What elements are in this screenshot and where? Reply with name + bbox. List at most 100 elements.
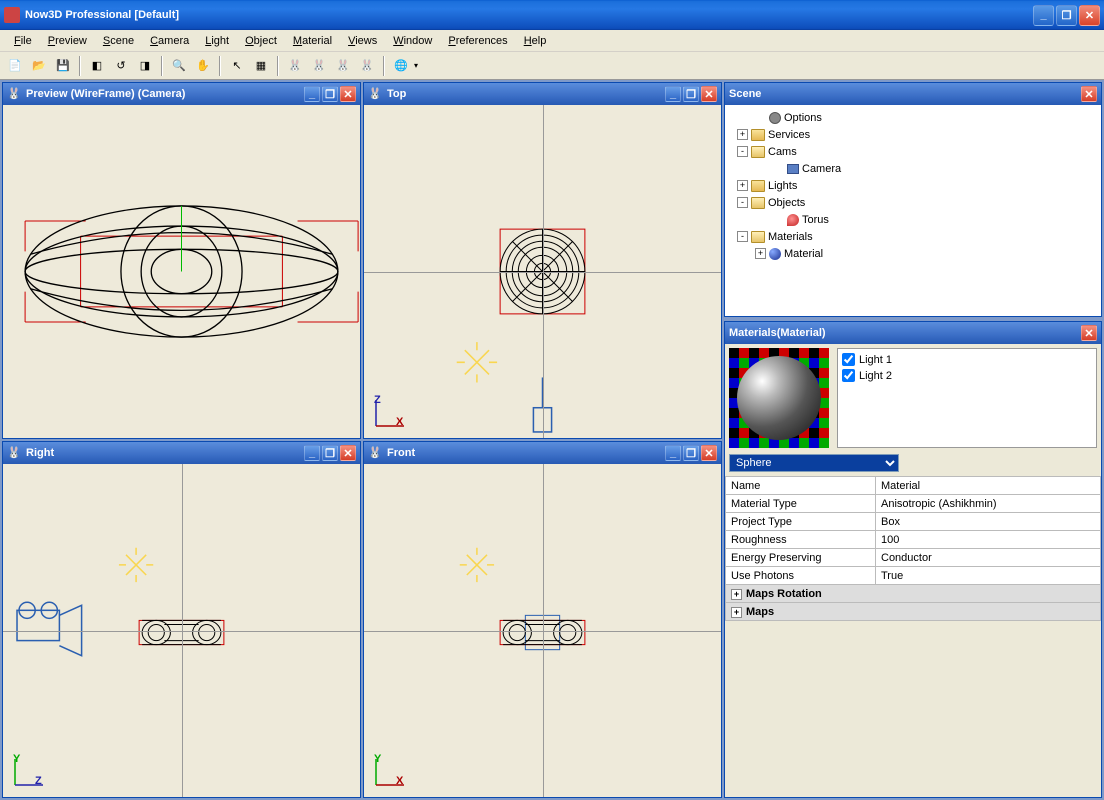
menu-preferences[interactable]: Preferences — [440, 33, 515, 49]
menu-window[interactable]: Window — [385, 33, 440, 49]
subwin-close-button[interactable]: ✕ — [1081, 325, 1097, 341]
folder-open-icon — [751, 197, 765, 209]
subwin-minimize-button[interactable]: _ — [304, 445, 320, 461]
subwin-maximize-button[interactable]: ❐ — [683, 445, 699, 461]
prop-row[interactable]: Use PhotonsTrue — [726, 567, 1101, 585]
tree-node-services[interactable]: +Services — [729, 126, 1097, 143]
preview-shape-select[interactable]: Sphere — [729, 454, 899, 472]
axis-y-label: Y — [13, 753, 20, 765]
app-name: Now3D Professional — [25, 9, 131, 21]
tool-rabbit4-button[interactable]: 🐰 — [356, 55, 378, 77]
tree-node-material[interactable]: +Material — [729, 245, 1097, 262]
gear-icon — [769, 112, 781, 124]
menu-views[interactable]: Views — [340, 33, 385, 49]
material-preview — [729, 348, 829, 448]
tree-expander[interactable]: - — [737, 197, 748, 208]
viewport-top: 🐰 Top _ ❐ ✕ — [363, 82, 722, 439]
subwin-close-button[interactable]: ✕ — [1081, 86, 1097, 102]
menu-file[interactable]: File — [6, 33, 40, 49]
menu-preview[interactable]: Preview — [40, 33, 95, 49]
tool-pointer-button[interactable]: ↖ — [226, 55, 248, 77]
prop-value[interactable]: True — [876, 567, 1101, 585]
tool-rabbit2-button[interactable]: 🐰 — [308, 55, 330, 77]
camera-icon — [787, 164, 799, 174]
prop-row[interactable]: Material TypeAnisotropic (Ashikhmin) — [726, 495, 1101, 513]
viewport-title: Right — [26, 447, 304, 459]
top-canvas[interactable]: Z X — [364, 105, 721, 438]
tool-zoom-button[interactable]: 🔍 — [168, 55, 190, 77]
grid-vertical — [543, 105, 544, 438]
tree-expander[interactable]: + — [737, 180, 748, 191]
front-canvas[interactable]: Y X — [364, 464, 721, 797]
tool-pan-button[interactable]: ✋ — [192, 55, 214, 77]
tree-node-options[interactable]: Options — [729, 109, 1097, 126]
prop-row[interactable]: NameMaterial — [726, 477, 1101, 495]
subwin-close-button[interactable]: ✕ — [701, 445, 717, 461]
grid-vertical — [543, 464, 544, 797]
subwin-maximize-button[interactable]: ❐ — [322, 445, 338, 461]
tool-open-button[interactable]: 📂 — [28, 55, 50, 77]
tree-expander[interactable]: + — [755, 248, 766, 259]
subwin-close-button[interactable]: ✕ — [340, 86, 356, 102]
tree-expander[interactable]: - — [737, 231, 748, 242]
tree-expander[interactable]: + — [737, 129, 748, 140]
prop-group[interactable]: +Maps Rotation — [726, 585, 1101, 603]
light-checkbox-light2[interactable]: Light 2 — [842, 369, 1092, 382]
rabbit-icon: 🐰 — [7, 446, 21, 460]
subwin-maximize-button[interactable]: ❐ — [322, 86, 338, 102]
menu-scene[interactable]: Scene — [95, 33, 142, 49]
tree-label: Materials — [768, 231, 813, 243]
tool-undo-button[interactable]: ↺ — [110, 55, 132, 77]
subwin-minimize-button[interactable]: _ — [665, 86, 681, 102]
menu-material[interactable]: Material — [285, 33, 340, 49]
tree-node-cams[interactable]: -Cams — [729, 143, 1097, 160]
prop-group[interactable]: +Maps — [726, 603, 1101, 621]
subwin-minimize-button[interactable]: _ — [304, 86, 320, 102]
materials-panel-title: Materials(Material) — [729, 327, 1081, 339]
prop-value[interactable]: Anisotropic (Ashikhmin) — [876, 495, 1101, 513]
preview-canvas[interactable] — [3, 105, 360, 438]
prop-row[interactable]: Project TypeBox — [726, 513, 1101, 531]
right-canvas[interactable]: Y Z — [3, 464, 360, 797]
menu-camera[interactable]: Camera — [142, 33, 197, 49]
subwin-maximize-button[interactable]: ❐ — [683, 86, 699, 102]
tree-node-lights[interactable]: +Lights — [729, 177, 1097, 194]
window-close-button[interactable]: ✕ — [1079, 5, 1100, 26]
axis-z-label: Z — [374, 394, 381, 406]
tree-expander[interactable]: - — [737, 146, 748, 157]
prop-value[interactable]: Conductor — [876, 549, 1101, 567]
menu-light[interactable]: Light — [197, 33, 237, 49]
tree-node-objects[interactable]: -Objects — [729, 194, 1097, 211]
prop-row[interactable]: Energy PreservingConductor — [726, 549, 1101, 567]
tool-save-button[interactable]: 💾 — [52, 55, 74, 77]
subwin-close-button[interactable]: ✕ — [701, 86, 717, 102]
menu-object[interactable]: Object — [237, 33, 285, 49]
tree-node-materials[interactable]: - Materials — [729, 228, 1097, 245]
menu-help[interactable]: Help — [516, 33, 555, 49]
toolbar: 📄 📂 💾 ◧ ↺ ◨ 🔍 ✋ ↖ ▦ 🐰 🐰 🐰 🐰 🌐 ▾ — [0, 52, 1104, 80]
prop-value[interactable]: 100 — [876, 531, 1101, 549]
prop-row[interactable]: Roughness100 — [726, 531, 1101, 549]
prop-value[interactable]: Material — [876, 477, 1101, 495]
toolbar-separator — [277, 56, 279, 76]
prop-value[interactable]: Box — [876, 513, 1101, 531]
window-minimize-button[interactable]: _ — [1033, 5, 1054, 26]
tool-ie-button[interactable]: 🌐 — [390, 55, 412, 77]
subwin-close-button[interactable]: ✕ — [340, 445, 356, 461]
tool-new-button[interactable]: 📄 — [4, 55, 26, 77]
scene-panel-title: Scene — [729, 88, 1081, 100]
subwin-minimize-button[interactable]: _ — [665, 445, 681, 461]
folder-icon — [751, 129, 765, 141]
tool-copy-button[interactable]: ◧ — [86, 55, 108, 77]
app-titlebar: Now3D Professional [Default] _ ❐ ✕ — [0, 0, 1104, 30]
window-maximize-button[interactable]: ❐ — [1056, 5, 1077, 26]
light-checkbox-light1[interactable]: Light 1 — [842, 353, 1092, 366]
scene-tree[interactable]: Options+Services-CamsCamera+Lights-Objec… — [725, 105, 1101, 316]
tree-node-torus[interactable]: Torus — [729, 211, 1097, 228]
doc-name: [Default] — [134, 9, 179, 21]
tool-grid-button[interactable]: ▦ — [250, 55, 272, 77]
tool-rabbit1-button[interactable]: 🐰 — [284, 55, 306, 77]
tool-rabbit3-button[interactable]: 🐰 — [332, 55, 354, 77]
tool-paste-button[interactable]: ◨ — [134, 55, 156, 77]
tree-node-camera[interactable]: Camera — [729, 160, 1097, 177]
